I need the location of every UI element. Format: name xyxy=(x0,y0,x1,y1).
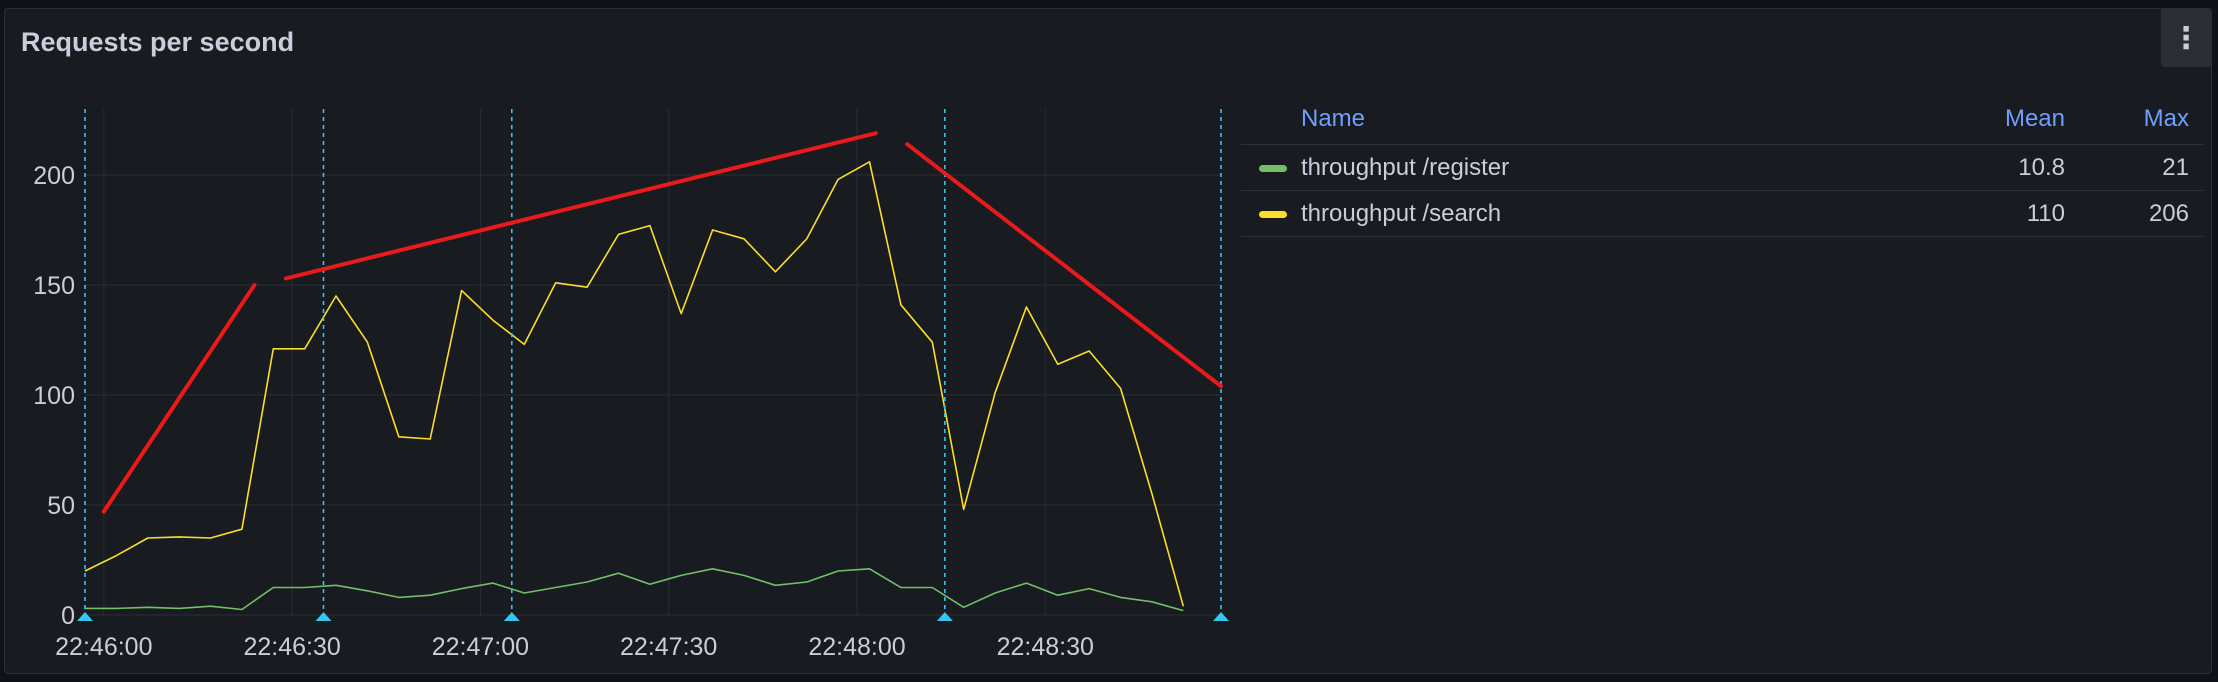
legend-row-search[interactable]: throughput /search 110 206 xyxy=(1241,191,2203,237)
legend-header-name[interactable]: Name xyxy=(1301,105,1365,133)
x-tick-label: 22:47:30 xyxy=(620,633,717,661)
trend-line xyxy=(905,142,1223,389)
trend-line xyxy=(283,131,878,281)
chart: 0 50 100 150 200 22:46:00 22:46:30 22:47:00 22:4… xyxy=(33,109,1229,661)
y-tick-label: 50 xyxy=(47,492,75,520)
annotation-marker xyxy=(77,612,93,621)
series-line xyxy=(85,567,1184,612)
legend-header-max[interactable]: Max xyxy=(2144,105,2189,133)
panel-menu-button[interactable]: ⋮ xyxy=(2161,9,2211,67)
legend-table: Name Mean Max throughput /register 10.8 … xyxy=(1241,95,2203,237)
annotation-marker xyxy=(1213,612,1229,621)
y-tick-label: 150 xyxy=(33,272,75,300)
legend-swatch-register xyxy=(1259,165,1287,172)
y-tick-label: 0 xyxy=(61,602,75,630)
x-tick-label: 22:47:00 xyxy=(432,633,529,661)
y-tick-label: 200 xyxy=(33,162,75,190)
annotation-marker xyxy=(503,612,520,621)
legend-mean-value: 10.8 xyxy=(2018,154,2065,181)
annotation-marker xyxy=(936,612,953,621)
kebab-menu-icon: ⋮ xyxy=(2171,21,2201,55)
legend-mean-value: 110 xyxy=(2026,200,2065,227)
trend-line xyxy=(101,283,257,514)
legend-max-value: 21 xyxy=(2162,154,2189,181)
x-tick-label: 22:46:30 xyxy=(243,633,340,661)
legend-series-name[interactable]: throughput /search xyxy=(1301,200,1501,228)
panel: Requests per second ⋮ 0 50 100 150 200 22:46:… xyxy=(4,8,2212,674)
y-tick-label: 100 xyxy=(33,382,75,410)
legend-row-register[interactable]: throughput /register 10.8 21 xyxy=(1241,145,2203,191)
x-tick-label: 22:46:00 xyxy=(55,633,152,661)
annotation-marker xyxy=(315,612,332,621)
legend-swatch-search xyxy=(1259,211,1287,218)
legend-series-name[interactable]: throughput /register xyxy=(1301,154,1509,182)
legend-header-mean[interactable]: Mean xyxy=(2005,105,2065,133)
x-tick-label: 22:48:30 xyxy=(997,633,1094,661)
legend-header: Name Mean Max xyxy=(1241,95,2203,145)
x-tick-label: 22:48:00 xyxy=(808,633,905,661)
legend-max-value: 206 xyxy=(2148,200,2189,227)
